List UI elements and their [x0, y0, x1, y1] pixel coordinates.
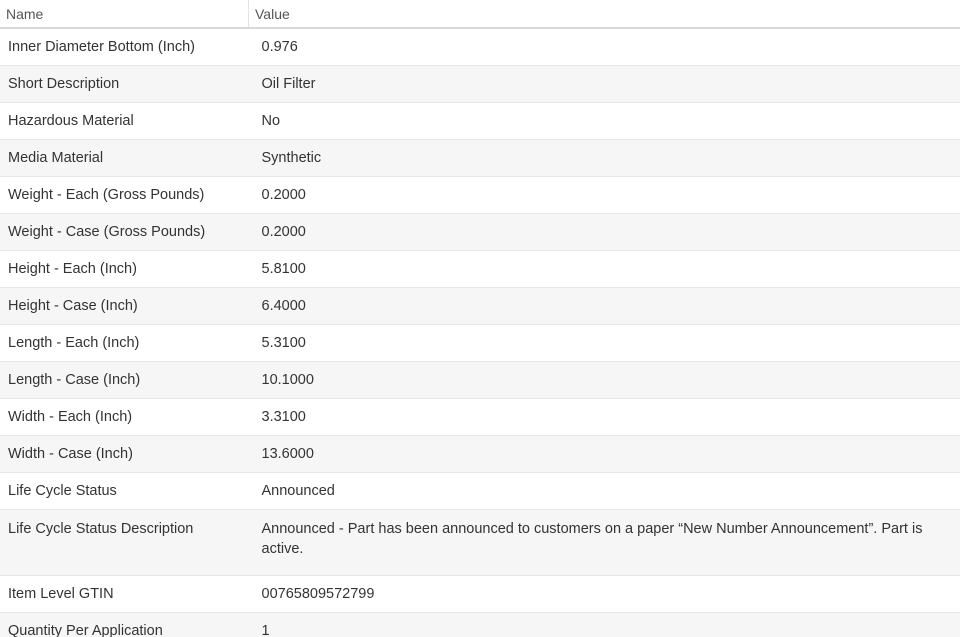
spec-name: Length - Each (Inch)	[0, 324, 249, 362]
table-row: Weight - Each (Gross Pounds) 0.2000	[0, 176, 960, 214]
table-row: Short Description Oil Filter	[0, 65, 960, 103]
table-row: Width - Case (Inch) 13.6000	[0, 435, 960, 473]
spec-name: Inner Diameter Bottom (Inch)	[0, 28, 249, 66]
table-header-row: Name Value	[0, 0, 960, 29]
table-row: Length - Case (Inch) 10.1000	[0, 361, 960, 399]
table-row: Inner Diameter Bottom (Inch) 0.976	[0, 28, 960, 66]
spec-value: Synthetic	[248, 139, 960, 177]
table-row: Weight - Case (Gross Pounds) 0.2000	[0, 213, 960, 251]
table-row: Life Cycle Status Announced	[0, 472, 960, 510]
spec-name: Height - Case (Inch)	[0, 287, 249, 325]
spec-value: No	[248, 102, 960, 140]
spec-name: Length - Case (Inch)	[0, 361, 249, 399]
spec-name: Width - Each (Inch)	[0, 398, 249, 436]
table-row: Media Material Synthetic	[0, 139, 960, 177]
spec-name: Media Material	[0, 139, 249, 177]
table-row: Item Level GTIN 00765809572799	[0, 575, 960, 613]
spec-name: Item Level GTIN	[0, 575, 249, 613]
spec-value: Announced - Part has been announced to c…	[248, 509, 960, 576]
table-row: Width - Each (Inch) 3.3100	[0, 398, 960, 436]
spec-value: Oil Filter	[248, 65, 960, 103]
table-row: Hazardous Material No	[0, 102, 960, 140]
table-row: Height - Each (Inch) 5.8100	[0, 250, 960, 288]
spec-value: 5.8100	[248, 250, 960, 288]
table-row: Length - Each (Inch) 5.3100	[0, 324, 960, 362]
spec-value: 1	[248, 612, 960, 637]
spec-name: Width - Case (Inch)	[0, 435, 249, 473]
table-row: Quantity Per Application 1	[0, 612, 960, 637]
spec-value: 0.2000	[248, 176, 960, 214]
table-row: Height - Case (Inch) 6.4000	[0, 287, 960, 325]
spec-name: Hazardous Material	[0, 102, 249, 140]
column-header-value[interactable]: Value	[248, 0, 960, 29]
spec-value: 6.4000	[248, 287, 960, 325]
specifications-table: Name Value Inner Diameter Bottom (Inch) …	[0, 0, 960, 637]
column-header-name[interactable]: Name	[0, 0, 249, 29]
spec-name: Life Cycle Status	[0, 472, 249, 510]
spec-name: Height - Each (Inch)	[0, 250, 249, 288]
spec-name: Quantity Per Application	[0, 612, 249, 637]
spec-value: 10.1000	[248, 361, 960, 399]
spec-value: 5.3100	[248, 324, 960, 362]
spec-value: 0.2000	[248, 213, 960, 251]
spec-name: Short Description	[0, 65, 249, 103]
spec-value: Announced	[248, 472, 960, 510]
table-row: Life Cycle Status Description Announced …	[0, 509, 960, 576]
spec-name: Weight - Each (Gross Pounds)	[0, 176, 249, 214]
spec-name: Weight - Case (Gross Pounds)	[0, 213, 249, 251]
spec-name: Life Cycle Status Description	[0, 509, 249, 576]
spec-value: 3.3100	[248, 398, 960, 436]
spec-value: 0.976	[248, 28, 960, 66]
spec-value: 00765809572799	[248, 575, 960, 613]
spec-value: 13.6000	[248, 435, 960, 473]
